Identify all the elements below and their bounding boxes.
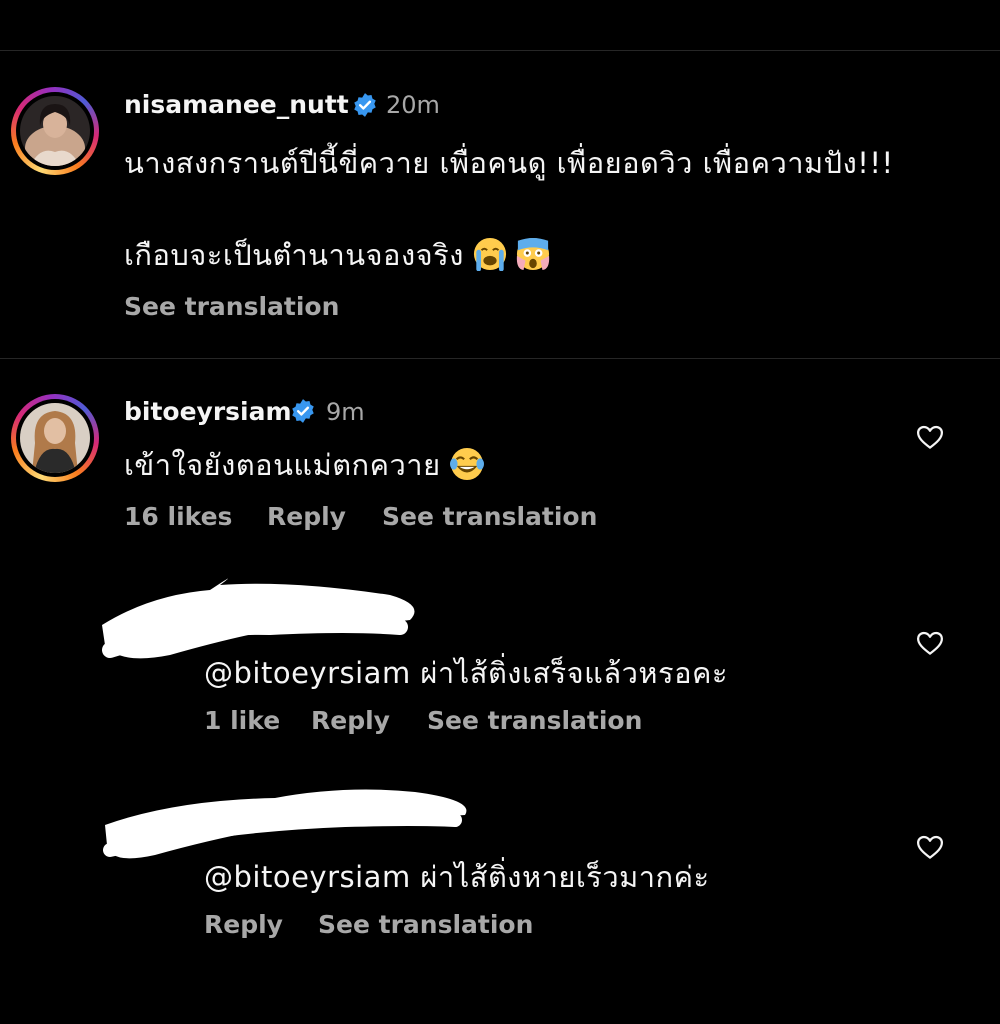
post-username[interactable]: nisamanee_nutt xyxy=(124,90,349,119)
verified-badge-icon xyxy=(354,93,376,117)
comment-see-translation[interactable]: See translation xyxy=(382,502,597,531)
comment-reply-button[interactable]: Reply xyxy=(267,502,346,531)
comment-author-avatar[interactable] xyxy=(11,394,99,482)
heart-outline-icon[interactable] xyxy=(915,832,945,862)
reply-text: @bitoeyrsiam ผ่าไส้ติ่งเสร็จแล้วหรอคะ xyxy=(204,656,728,690)
heart-outline-icon[interactable] xyxy=(915,628,945,658)
tears-of-joy-face-icon xyxy=(449,447,484,481)
reply-see-translation[interactable]: See translation xyxy=(427,706,642,735)
reply-likes-count[interactable]: 1 like xyxy=(204,706,280,735)
reply-reply-button[interactable]: Reply xyxy=(204,910,283,939)
verified-badge-icon xyxy=(292,399,314,423)
reply-reply-button[interactable]: Reply xyxy=(311,706,390,735)
comment-text: เข้าใจยังตอนแม่ตกควาย xyxy=(124,448,441,482)
top-divider xyxy=(0,50,1000,51)
loudly-crying-face-icon xyxy=(473,237,507,271)
reply-text: @bitoeyrsiam ผ่าไส้ติ่งหายเร็วมากค่ะ xyxy=(204,860,710,894)
post-see-translation[interactable]: See translation xyxy=(124,292,339,321)
comment-likes-count[interactable]: 16 likes xyxy=(124,502,232,531)
caption-divider xyxy=(0,358,1000,359)
screaming-face-icon xyxy=(516,237,550,271)
caption-line-2: เกือบจะเป็นตำนานจองจริง xyxy=(124,238,464,272)
comment-username[interactable]: bitoeyrsiam xyxy=(124,397,292,426)
post-time: 20m xyxy=(386,91,440,119)
reply-see-translation[interactable]: See translation xyxy=(318,910,533,939)
heart-outline-icon[interactable] xyxy=(915,422,945,452)
comment-time: 9m xyxy=(326,398,365,426)
caption-line-1: นางสงกรานต์ปีนี้ขี่ควาย เพื่อคนดู เพื่อย… xyxy=(124,146,894,180)
post-author-avatar[interactable] xyxy=(11,87,99,175)
caption-line-2-wrap: เกือบจะเป็นตำนานจองจริง xyxy=(124,232,550,278)
comment-text-wrap: เข้าใจยังตอนแม่ตกควาย xyxy=(124,442,484,488)
